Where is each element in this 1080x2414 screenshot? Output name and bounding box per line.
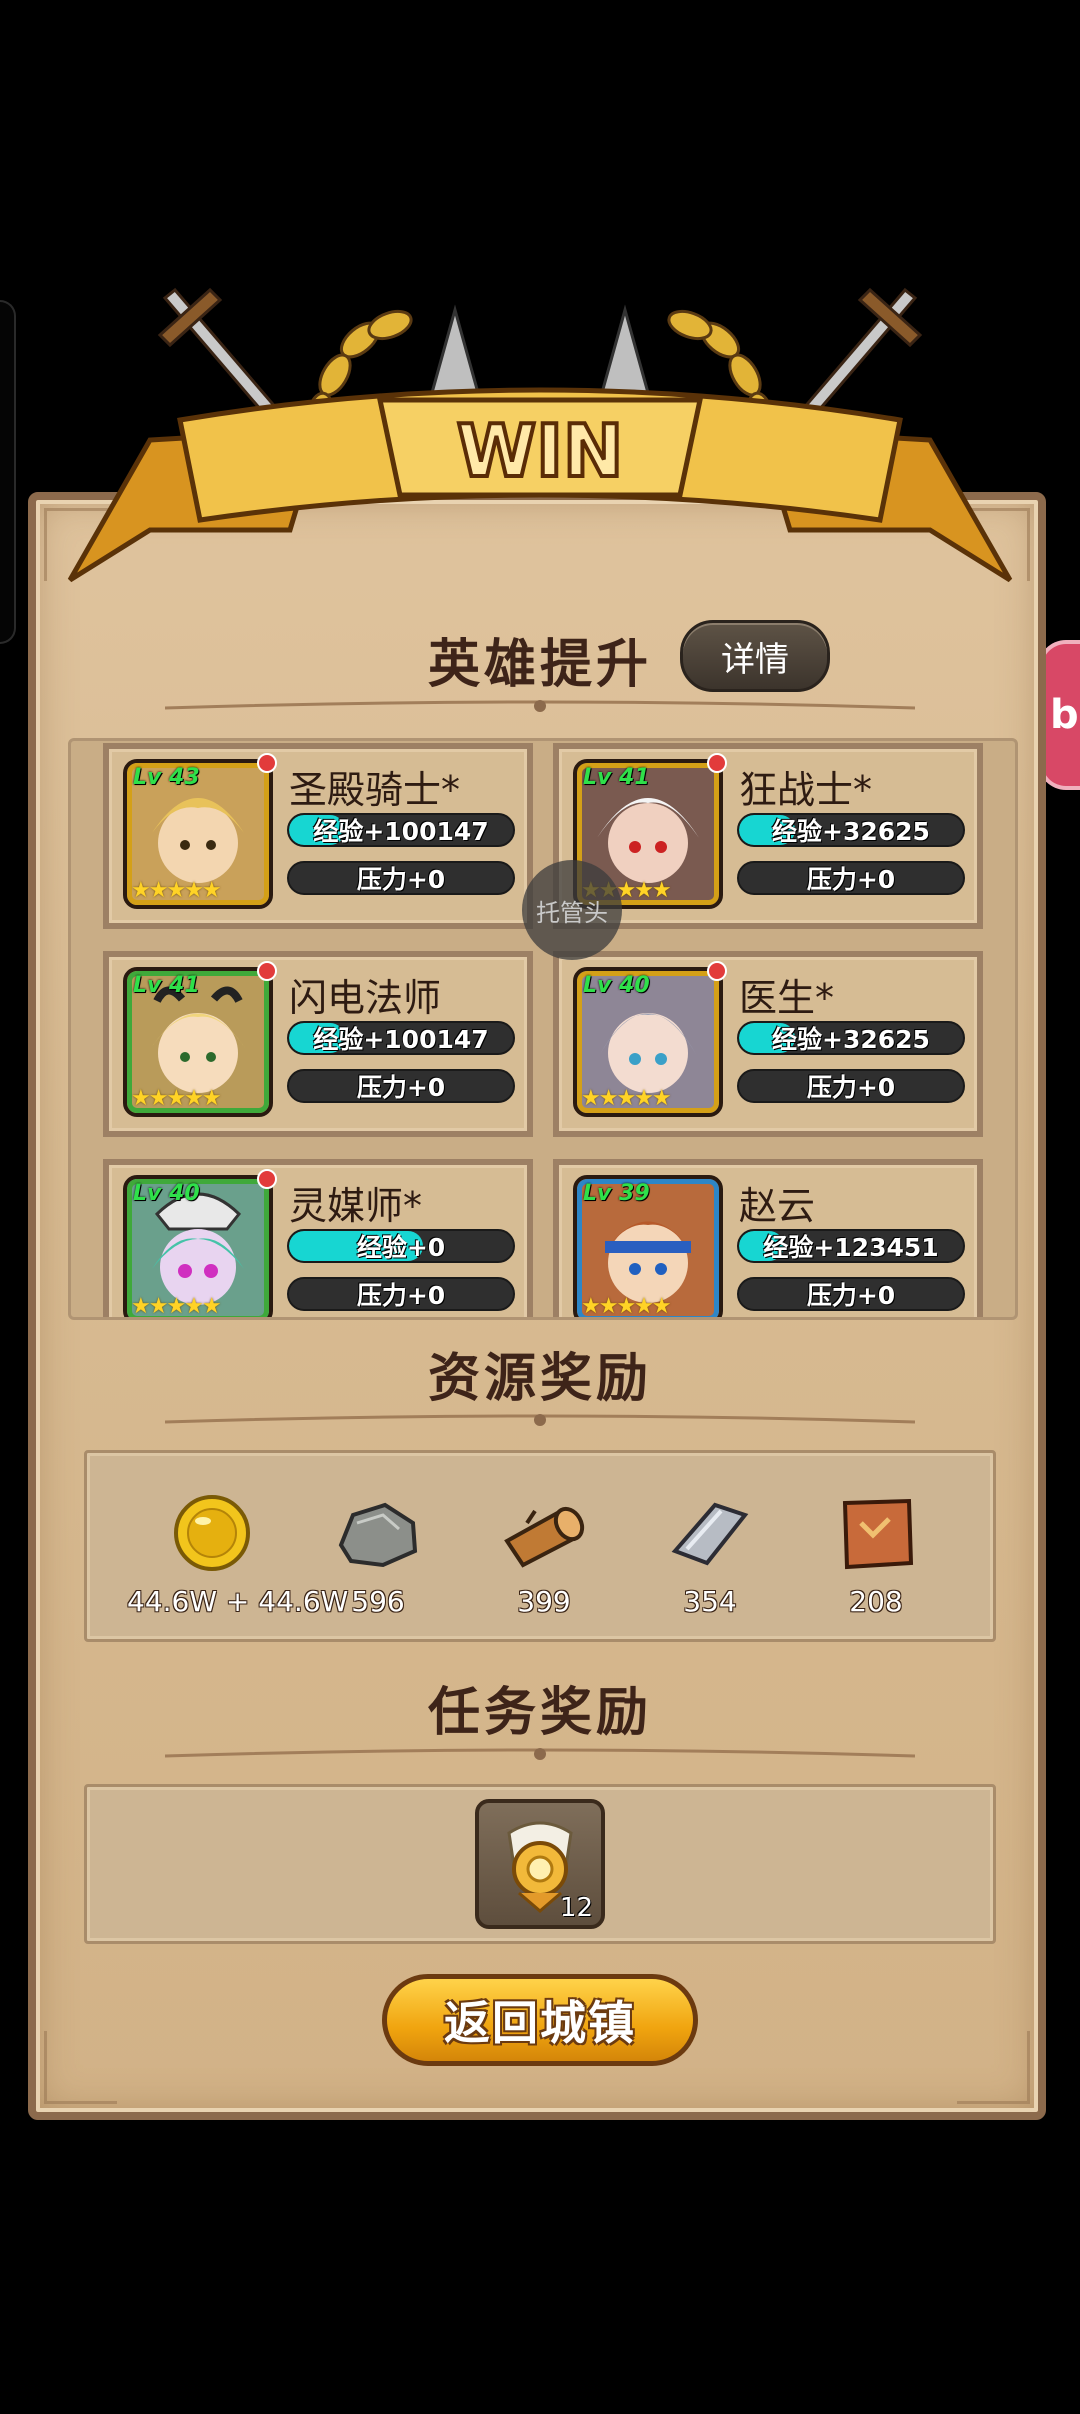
pressure-text: 压力+0 — [806, 865, 896, 894]
hero-avatar: Lv 40 ★★★★★ — [573, 967, 723, 1117]
hero-stars: ★★★★★ — [131, 878, 222, 903]
resource-value: 44.6W + 44.6W — [127, 1585, 349, 1618]
pressure-text: 压力+0 — [356, 1281, 446, 1310]
stone-icon — [338, 1502, 418, 1568]
hero-level: Lv 41 — [133, 973, 200, 998]
hero-stars: ★★★★★ — [581, 1294, 672, 1319]
resource-value: 354 — [683, 1585, 737, 1618]
resource-value: 399 — [517, 1585, 571, 1618]
exp-text: 经验+100147 — [313, 1025, 489, 1054]
notification-dot — [257, 961, 277, 981]
hero-name: 闪电法师 — [289, 976, 442, 1020]
leather-icon — [842, 1498, 914, 1570]
gold-coin-icon — [174, 1495, 250, 1571]
hero-level: Lv 39 — [583, 1181, 650, 1206]
hero-stars: ★★★★★ — [581, 1086, 672, 1111]
hero-name: 狂战士* — [739, 768, 873, 812]
resource-item: 399 — [459, 1493, 629, 1618]
exp-bar: 经验+100147 — [287, 1021, 515, 1055]
hero-card[interactable]: Lv 43 ★★★★★ 圣殿骑士* 经验+100147 压力+0 — [103, 743, 533, 929]
exp-bar: 经验+32625 — [737, 1021, 965, 1055]
exp-bar: 经验+32625 — [737, 813, 965, 847]
hero-level: Lv 40 — [133, 1181, 200, 1206]
resource-value: 596 — [351, 1585, 405, 1618]
pressure-bar: 压力+0 — [287, 1277, 515, 1311]
section-divider — [165, 1414, 915, 1426]
spike-icon — [428, 304, 652, 402]
section-divider — [165, 1748, 915, 1760]
pressure-text: 压力+0 — [806, 1281, 896, 1310]
exp-bar: 经验+0 — [287, 1229, 515, 1263]
hero-stars: ★★★★★ — [131, 1294, 222, 1319]
win-title: WIN — [457, 409, 623, 493]
pressure-bar: 压力+0 — [737, 1069, 965, 1103]
resource-item: 44.6W + 44.6W — [127, 1493, 349, 1618]
task-reward-box: 12 — [84, 1784, 996, 1944]
side-floating-button-label: b — [1050, 692, 1079, 738]
exp-bar: 经验+100147 — [287, 813, 515, 847]
exp-text: 经验+32625 — [772, 817, 930, 846]
hero-card[interactable]: Lv 39 ★★★★★ 赵云 经验+123451 压力+0 — [553, 1159, 983, 1319]
resource-item: 354 — [625, 1493, 795, 1618]
left-side-tab — [0, 300, 16, 644]
iron-ingot-icon — [671, 1502, 749, 1566]
panel-corner-ornament — [44, 2031, 117, 2104]
pressure-bar: 压力+0 — [287, 861, 515, 895]
notification-dot — [707, 961, 727, 981]
hero-name: 赵云 — [739, 1184, 816, 1228]
hero-card[interactable]: Lv 40 ★★★★★ 灵媒师* 经验+0 压力+0 — [103, 1159, 533, 1319]
task-reward-count: 12 — [559, 1893, 593, 1923]
notification-dot — [707, 753, 727, 773]
pressure-text: 压力+0 — [806, 1073, 896, 1102]
hero-level: Lv 43 — [133, 765, 200, 790]
hero-name: 医生* — [739, 976, 835, 1020]
exp-text: 经验+0 — [356, 1233, 446, 1262]
hero-name: 灵媒师* — [289, 1184, 423, 1228]
hero-avatar: Lv 39 ★★★★★ — [573, 1175, 723, 1319]
notification-dot — [257, 753, 277, 773]
win-banner: WIN — [67, 287, 1013, 583]
task-section-title: 任务奖励 — [427, 1683, 652, 1743]
exp-bar: 经验+123451 — [737, 1229, 965, 1263]
resource-value: 208 — [849, 1585, 903, 1618]
hero-list[interactable]: Lv 43 ★★★★★ 圣殿骑士* 经验+100147 压力+0 Lv 41 ★★★… — [68, 738, 1018, 1320]
hero-level: Lv 40 — [583, 973, 650, 998]
resource-section-title: 资源奖励 — [427, 1349, 652, 1409]
details-button[interactable]: 详情 — [680, 620, 830, 692]
task-reward-item[interactable]: 12 — [475, 1799, 605, 1929]
hero-card[interactable]: Lv 40 ★★★★★ 医生* 经验+32625 压力+0 — [553, 951, 983, 1137]
auto-battle-bubble[interactable]: 托管头 — [522, 860, 622, 960]
hero-name: 圣殿骑士* — [289, 768, 461, 812]
exp-text: 经验+32625 — [772, 1025, 930, 1054]
exp-text: 经验+100147 — [313, 817, 489, 846]
resource-reward-box: 44.6W + 44.6W 596 399 354 208 — [84, 1450, 996, 1642]
resource-item: 208 — [791, 1493, 961, 1618]
hero-stars: ★★★★★ — [131, 1086, 222, 1111]
panel-corner-ornament — [957, 2031, 1030, 2104]
pressure-bar: 压力+0 — [737, 861, 965, 895]
hero-avatar: Lv 41 ★★★★★ — [123, 967, 273, 1117]
pressure-text: 压力+0 — [356, 865, 446, 894]
pressure-bar: 压力+0 — [287, 1069, 515, 1103]
hero-avatar: Lv 43 ★★★★★ — [123, 759, 273, 909]
section-divider — [165, 700, 915, 712]
pressure-text: 压力+0 — [356, 1073, 446, 1102]
hero-level: Lv 41 — [583, 765, 650, 790]
hero-card[interactable]: Lv 41 ★★★★★ 闪电法师 经验+100147 压力+0 — [103, 951, 533, 1137]
exp-text: 经验+123451 — [763, 1233, 939, 1262]
pressure-bar: 压力+0 — [737, 1277, 965, 1311]
resource-item: 596 — [293, 1493, 463, 1618]
hero-avatar: Lv 40 ★★★★★ — [123, 1175, 273, 1319]
hero-section-title: 英雄提升 — [427, 635, 652, 695]
wood-log-icon — [504, 1506, 585, 1568]
notification-dot — [257, 1169, 277, 1189]
return-to-town-button[interactable]: 返回城镇 — [382, 1974, 698, 2066]
